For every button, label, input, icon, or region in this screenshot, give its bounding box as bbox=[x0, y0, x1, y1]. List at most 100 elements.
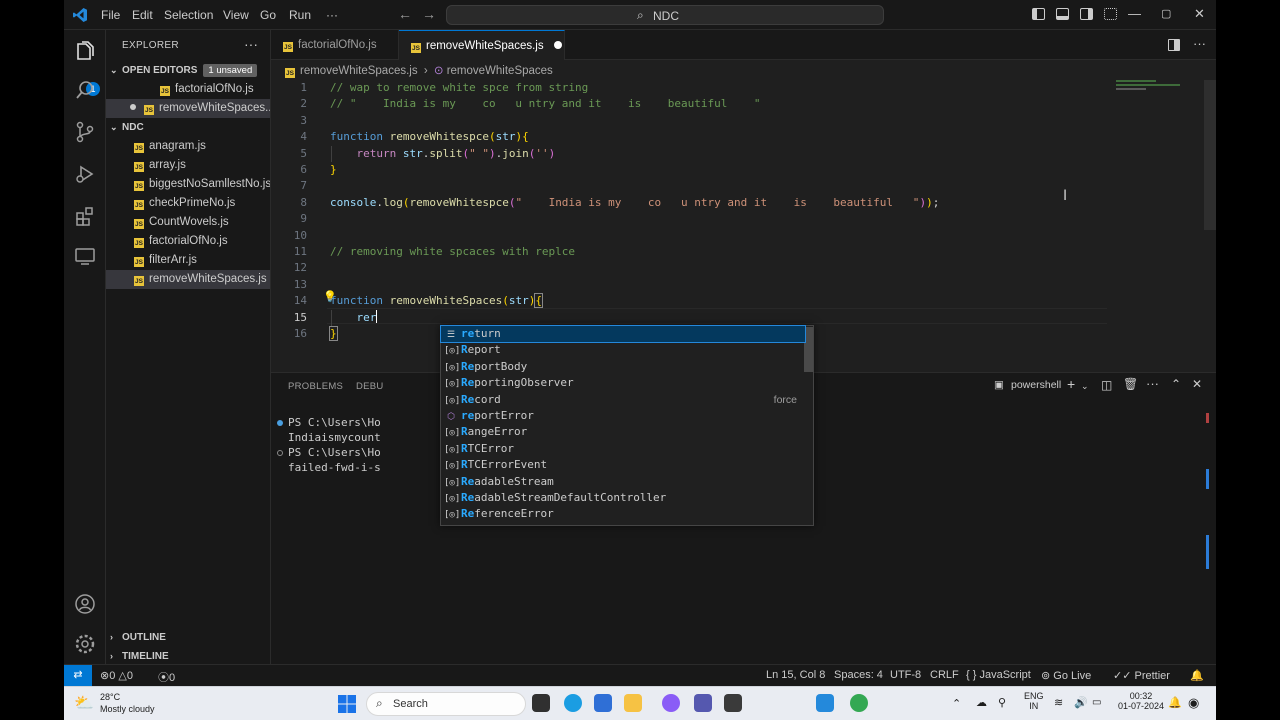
run-debug-icon[interactable] bbox=[73, 162, 97, 186]
terminal-app-icon[interactable] bbox=[724, 694, 742, 712]
more-actions-icon[interactable]: ··· bbox=[1193, 36, 1206, 51]
encoding-status[interactable]: UTF-8 bbox=[890, 669, 921, 681]
file-explorer-icon[interactable] bbox=[624, 694, 642, 712]
menu-run[interactable]: Run bbox=[289, 8, 311, 22]
timeline-header[interactable]: › TIMELINE bbox=[110, 651, 169, 662]
suggestion-item[interactable]: [◎]ReadableStreamDefaultController bbox=[441, 490, 805, 506]
eol-status[interactable]: CRLF bbox=[930, 669, 959, 681]
open-editor-item[interactable]: JS factorialOfNo.js bbox=[106, 80, 270, 99]
menu-go[interactable]: Go bbox=[260, 8, 276, 22]
minimap[interactable] bbox=[1116, 80, 1186, 100]
chevron-down-icon[interactable]: ⌄ bbox=[1081, 381, 1089, 392]
suggestion-item[interactable]: [◎]ReportBody bbox=[441, 359, 805, 375]
remote-indicator-icon[interactable]: ⇄ bbox=[64, 665, 92, 686]
suggestion-item[interactable]: [◎]ReadableStream bbox=[441, 474, 805, 490]
back-arrow-icon[interactable]: ← bbox=[398, 6, 412, 22]
add-terminal-icon[interactable]: + bbox=[1067, 376, 1075, 392]
language-indicator[interactable]: ENG IN bbox=[1024, 691, 1044, 711]
location-icon[interactable]: ⚲ bbox=[998, 696, 1006, 709]
suggestion-item[interactable]: [◎]ReportingObserver bbox=[441, 375, 805, 391]
menu-edit[interactable]: Edit bbox=[132, 8, 153, 22]
tab-debug-console[interactable]: DEBU bbox=[356, 381, 384, 392]
menu-more[interactable]: ··· bbox=[326, 8, 338, 22]
suggestion-item[interactable]: [◎]Record force bbox=[441, 392, 805, 408]
teams-icon[interactable] bbox=[694, 694, 712, 712]
tab-problems[interactable]: PROBLEMS bbox=[288, 381, 343, 392]
battery-icon[interactable]: ▭ bbox=[1092, 697, 1101, 708]
onedrive-icon[interactable]: ☁ bbox=[976, 696, 987, 709]
suggestion-item[interactable]: [◎]ReferenceError bbox=[441, 506, 805, 522]
extensions-icon[interactable] bbox=[73, 204, 97, 228]
more-actions-icon[interactable]: ··· bbox=[244, 36, 258, 52]
suggestion-item[interactable]: ⬡ reportError bbox=[441, 408, 805, 424]
breadcrumb-file[interactable]: removeWhiteSpaces.js bbox=[300, 65, 418, 77]
prettier-status[interactable]: ✓✓ Prettier bbox=[1113, 669, 1170, 682]
vscode-app-icon[interactable] bbox=[816, 694, 834, 712]
outline-header[interactable]: › OUTLINE bbox=[110, 632, 166, 643]
cursor-position[interactable]: Ln 15, Col 8 bbox=[766, 669, 825, 681]
more-actions-icon[interactable]: ··· bbox=[1146, 376, 1159, 391]
wifi-icon[interactable]: ≋ bbox=[1054, 696, 1063, 709]
task-view-icon[interactable] bbox=[532, 694, 550, 712]
ports-status[interactable]: ⦿0 bbox=[158, 669, 175, 685]
editor-scrollbar[interactable] bbox=[1204, 80, 1216, 230]
open-editor-item-active[interactable]: JS removeWhiteSpaces... bbox=[106, 99, 270, 118]
tab-factorialOfNo[interactable]: JS factorialOfNo.js bbox=[271, 30, 399, 60]
weather-icon[interactable]: ⛅ bbox=[74, 693, 94, 713]
search-icon[interactable] bbox=[73, 78, 97, 102]
trash-icon[interactable]: 🗑 bbox=[1123, 377, 1138, 391]
volume-icon[interactable]: 🔊 bbox=[1074, 696, 1088, 709]
toggle-secondary-sidebar-icon[interactable] bbox=[1080, 8, 1093, 20]
forward-arrow-icon[interactable]: → bbox=[422, 6, 436, 22]
file-item[interactable]: JS factorialOfNo.js bbox=[106, 232, 270, 251]
copilot-icon[interactable]: ◉ bbox=[1188, 695, 1199, 711]
store-icon[interactable] bbox=[594, 694, 612, 712]
taskbar-search[interactable]: ⌕ Search bbox=[366, 692, 526, 716]
lightbulb-icon[interactable]: 💡 bbox=[323, 290, 337, 303]
file-item[interactable]: JS checkPrimeNo.js bbox=[106, 194, 270, 213]
suggestion-item[interactable]: [◎]RTCError bbox=[441, 441, 805, 457]
toggle-panel-icon[interactable] bbox=[1056, 8, 1069, 20]
menu-view[interactable]: View bbox=[223, 8, 249, 22]
suggestion-item[interactable]: [◎]RTCErrorEvent bbox=[441, 457, 805, 473]
accounts-icon[interactable] bbox=[73, 592, 97, 616]
maximize-icon[interactable]: ▢ bbox=[1161, 7, 1171, 20]
app-icon[interactable] bbox=[662, 694, 680, 712]
minimize-icon[interactable]: — bbox=[1128, 6, 1141, 21]
command-center[interactable]: ⌕ NDC bbox=[446, 5, 884, 25]
edge-icon[interactable] bbox=[564, 694, 582, 712]
notifications-bell-icon[interactable]: 🔔 bbox=[1190, 669, 1204, 682]
suggestion-item-selected[interactable]: ☰ return bbox=[440, 324, 806, 344]
chrome-icon[interactable] bbox=[850, 694, 868, 712]
split-editor-icon[interactable] bbox=[1168, 39, 1180, 51]
menu-file[interactable]: File bbox=[101, 8, 120, 22]
file-item-active[interactable]: JS removeWhiteSpaces.js bbox=[106, 270, 270, 289]
code-editor[interactable]: 1 2 3 4 5 6 7 8 9 10 11 12 13 14 15 16 /… bbox=[271, 80, 1216, 350]
file-item[interactable]: JS CountWovels.js bbox=[106, 213, 270, 232]
go-live-button[interactable]: ⊚ Go Live bbox=[1041, 669, 1091, 682]
file-item[interactable]: JS anagram.js bbox=[106, 137, 270, 156]
explorer-icon[interactable] bbox=[73, 40, 97, 64]
toggle-sidebar-icon[interactable] bbox=[1032, 8, 1045, 20]
file-item[interactable]: JS filterArr.js bbox=[106, 251, 270, 270]
problems-status[interactable]: ⊗0 △0 bbox=[100, 669, 133, 682]
notification-bell-icon[interactable]: 🔔 bbox=[1168, 696, 1182, 709]
remote-explorer-icon[interactable] bbox=[73, 244, 97, 268]
windows-start-icon[interactable] bbox=[338, 695, 356, 713]
suggest-scrollbar[interactable] bbox=[804, 327, 813, 372]
language-mode[interactable]: { } JavaScript bbox=[966, 669, 1031, 681]
maximize-panel-icon[interactable]: ⌃ bbox=[1171, 377, 1181, 391]
terminal-name[interactable]: powershell bbox=[1011, 379, 1061, 391]
folder-header[interactable]: ⌄ NDC bbox=[110, 122, 144, 133]
chevron-up-icon[interactable]: ⌃ bbox=[952, 697, 961, 710]
split-terminal-icon[interactable]: ◫ bbox=[1101, 378, 1112, 392]
menu-selection[interactable]: Selection bbox=[164, 8, 213, 22]
breadcrumb-symbol[interactable]: removeWhiteSpaces bbox=[447, 65, 553, 77]
clock[interactable]: 00:32 01-07-2024 bbox=[1116, 691, 1166, 711]
file-item[interactable]: JS biggestNoSamllestNo.js bbox=[106, 175, 270, 194]
source-control-icon[interactable] bbox=[73, 120, 97, 144]
open-editors-header[interactable]: ⌄ OPEN EDITORS 1 unsaved bbox=[110, 64, 258, 77]
settings-gear-icon[interactable] bbox=[73, 632, 97, 656]
suggestion-item[interactable]: [◎]RangeError bbox=[441, 424, 805, 440]
customize-layout-icon[interactable] bbox=[1104, 8, 1117, 20]
